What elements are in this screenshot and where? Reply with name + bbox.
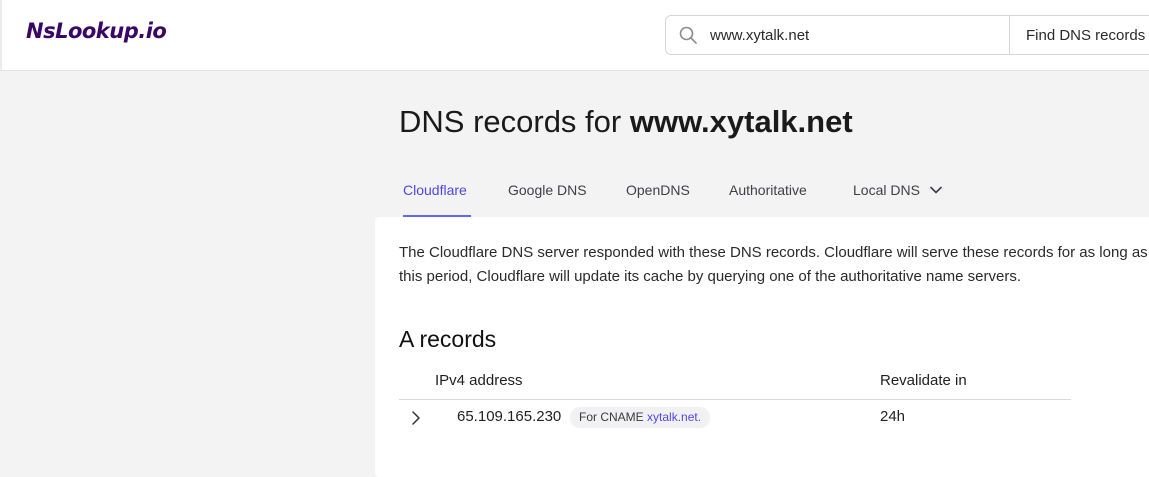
ipv4-address: 65.109.165.230 [457,408,562,425]
table-row: 65.109.165.230 For CNAME xytalk.net. 24h [399,400,1071,436]
tab-label: OpenDNS [626,182,690,198]
column-header-revalidate: Revalidate in [880,372,967,389]
revalidate-value: 24h [880,408,906,425]
chevron-down-icon [930,186,942,194]
a-records-table: IPv4 address Revalidate in 65.109.165.23… [399,363,1071,436]
a-records-heading: A records [399,326,497,352]
results-card: The Cloudflare DNS server responded with… [375,217,1149,477]
chevron-right-icon[interactable] [409,410,423,426]
description-line-1: The Cloudflare DNS server responded with… [399,244,1149,261]
search-icon [679,26,697,44]
resolver-description: The Cloudflare DNS server responded with… [399,241,1149,289]
tab-google-dns[interactable]: Google DNS [508,170,587,217]
site-logo[interactable]: NsLookup.io [26,19,167,43]
tab-opendns[interactable]: OpenDNS [626,170,690,217]
domain-search-input[interactable] [710,16,1006,54]
cname-badge: For CNAME xytalk.net. [570,407,711,428]
cname-prefix: For CNAME [579,410,648,424]
description-line-2: this period, Cloudflare will update its … [399,268,1022,285]
tab-label: Cloudflare [403,182,467,198]
tab-label: Authoritative [729,182,807,198]
page-title-prefix: DNS records for [399,104,630,139]
page-title-domain: www.xytalk.net [629,104,853,139]
search-box: Find DNS records [665,15,1149,55]
tab-cloudflare[interactable]: Cloudflare [403,170,471,217]
tab-local-dns[interactable]: Local DNS [853,170,942,217]
tab-label: Local DNS [853,182,920,198]
table-header: IPv4 address Revalidate in [399,363,1071,400]
page-title: DNS records for www.xytalk.net [399,104,853,140]
top-bar: NsLookup.io Find DNS records [0,0,1149,71]
find-dns-records-button[interactable]: Find DNS records [1009,16,1149,54]
tab-authoritative[interactable]: Authoritative [729,170,807,217]
column-header-ipv4: IPv4 address [435,372,523,389]
tab-label: Google DNS [508,182,587,198]
cname-link[interactable]: xytalk.net. [647,410,701,424]
